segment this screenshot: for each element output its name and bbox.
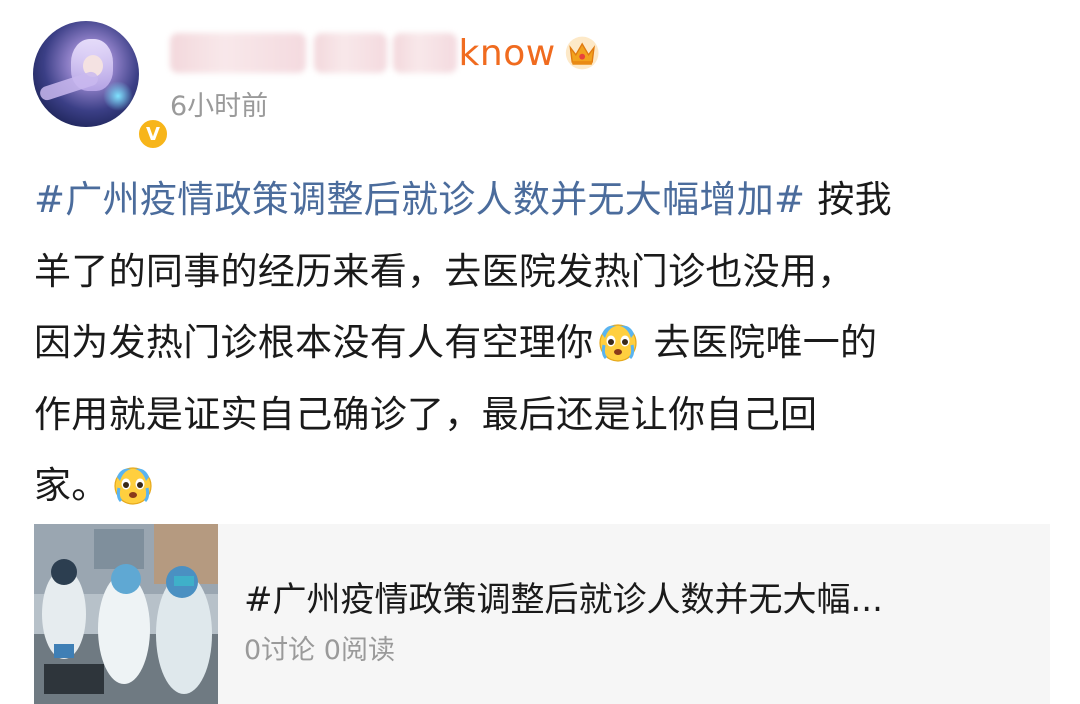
post-line-4: 作用就是证实自己确诊了，最后还是让你自己回: [34, 392, 818, 436]
post-line-5: 家。: [34, 450, 1044, 522]
post-line-2: 羊了的同事的经历来看，去医院发热门诊也没用，: [34, 249, 855, 293]
post-line-1: #广州疫情政策调整后就诊人数并无大幅增加# 按我: [34, 178, 892, 221]
topic-thumbnail-image: [34, 524, 218, 704]
post-time: 6小时前: [170, 91, 269, 122]
verified-badge-icon: V: [136, 117, 170, 151]
username-visible-text: know: [458, 32, 556, 74]
topic-card[interactable]: #广州疫情政策调整后就诊人数并无大幅... 0讨论 0阅读: [34, 524, 1050, 704]
anime-girl-avatar-image: [33, 21, 139, 127]
topic-card-stats: 0讨论 0阅读: [244, 635, 395, 666]
blurred-username-part: [314, 33, 387, 73]
hashtag-link[interactable]: #广州疫情政策调整后就诊人数并无大幅增加#: [34, 178, 805, 221]
crying-face-emoji-icon: [598, 324, 637, 362]
post-body: #广州疫情政策调整后就诊人数并无大幅增加# 按我 羊了的同事的经历来看，去医院发…: [34, 164, 1044, 522]
crying-face-emoji-icon: [114, 467, 152, 505]
crown-icon: [565, 36, 599, 70]
blurred-username-part: [392, 33, 457, 73]
user-avatar[interactable]: V: [33, 21, 170, 151]
post-line-3: 因为发热门诊根本没有人有空理你 去医院唯一的: [34, 321, 878, 364]
username[interactable]: know: [170, 28, 600, 78]
blurred-username-part: [170, 33, 307, 73]
topic-card-title: #广州疫情政策调整后就诊人数并无大幅...: [244, 580, 883, 620]
